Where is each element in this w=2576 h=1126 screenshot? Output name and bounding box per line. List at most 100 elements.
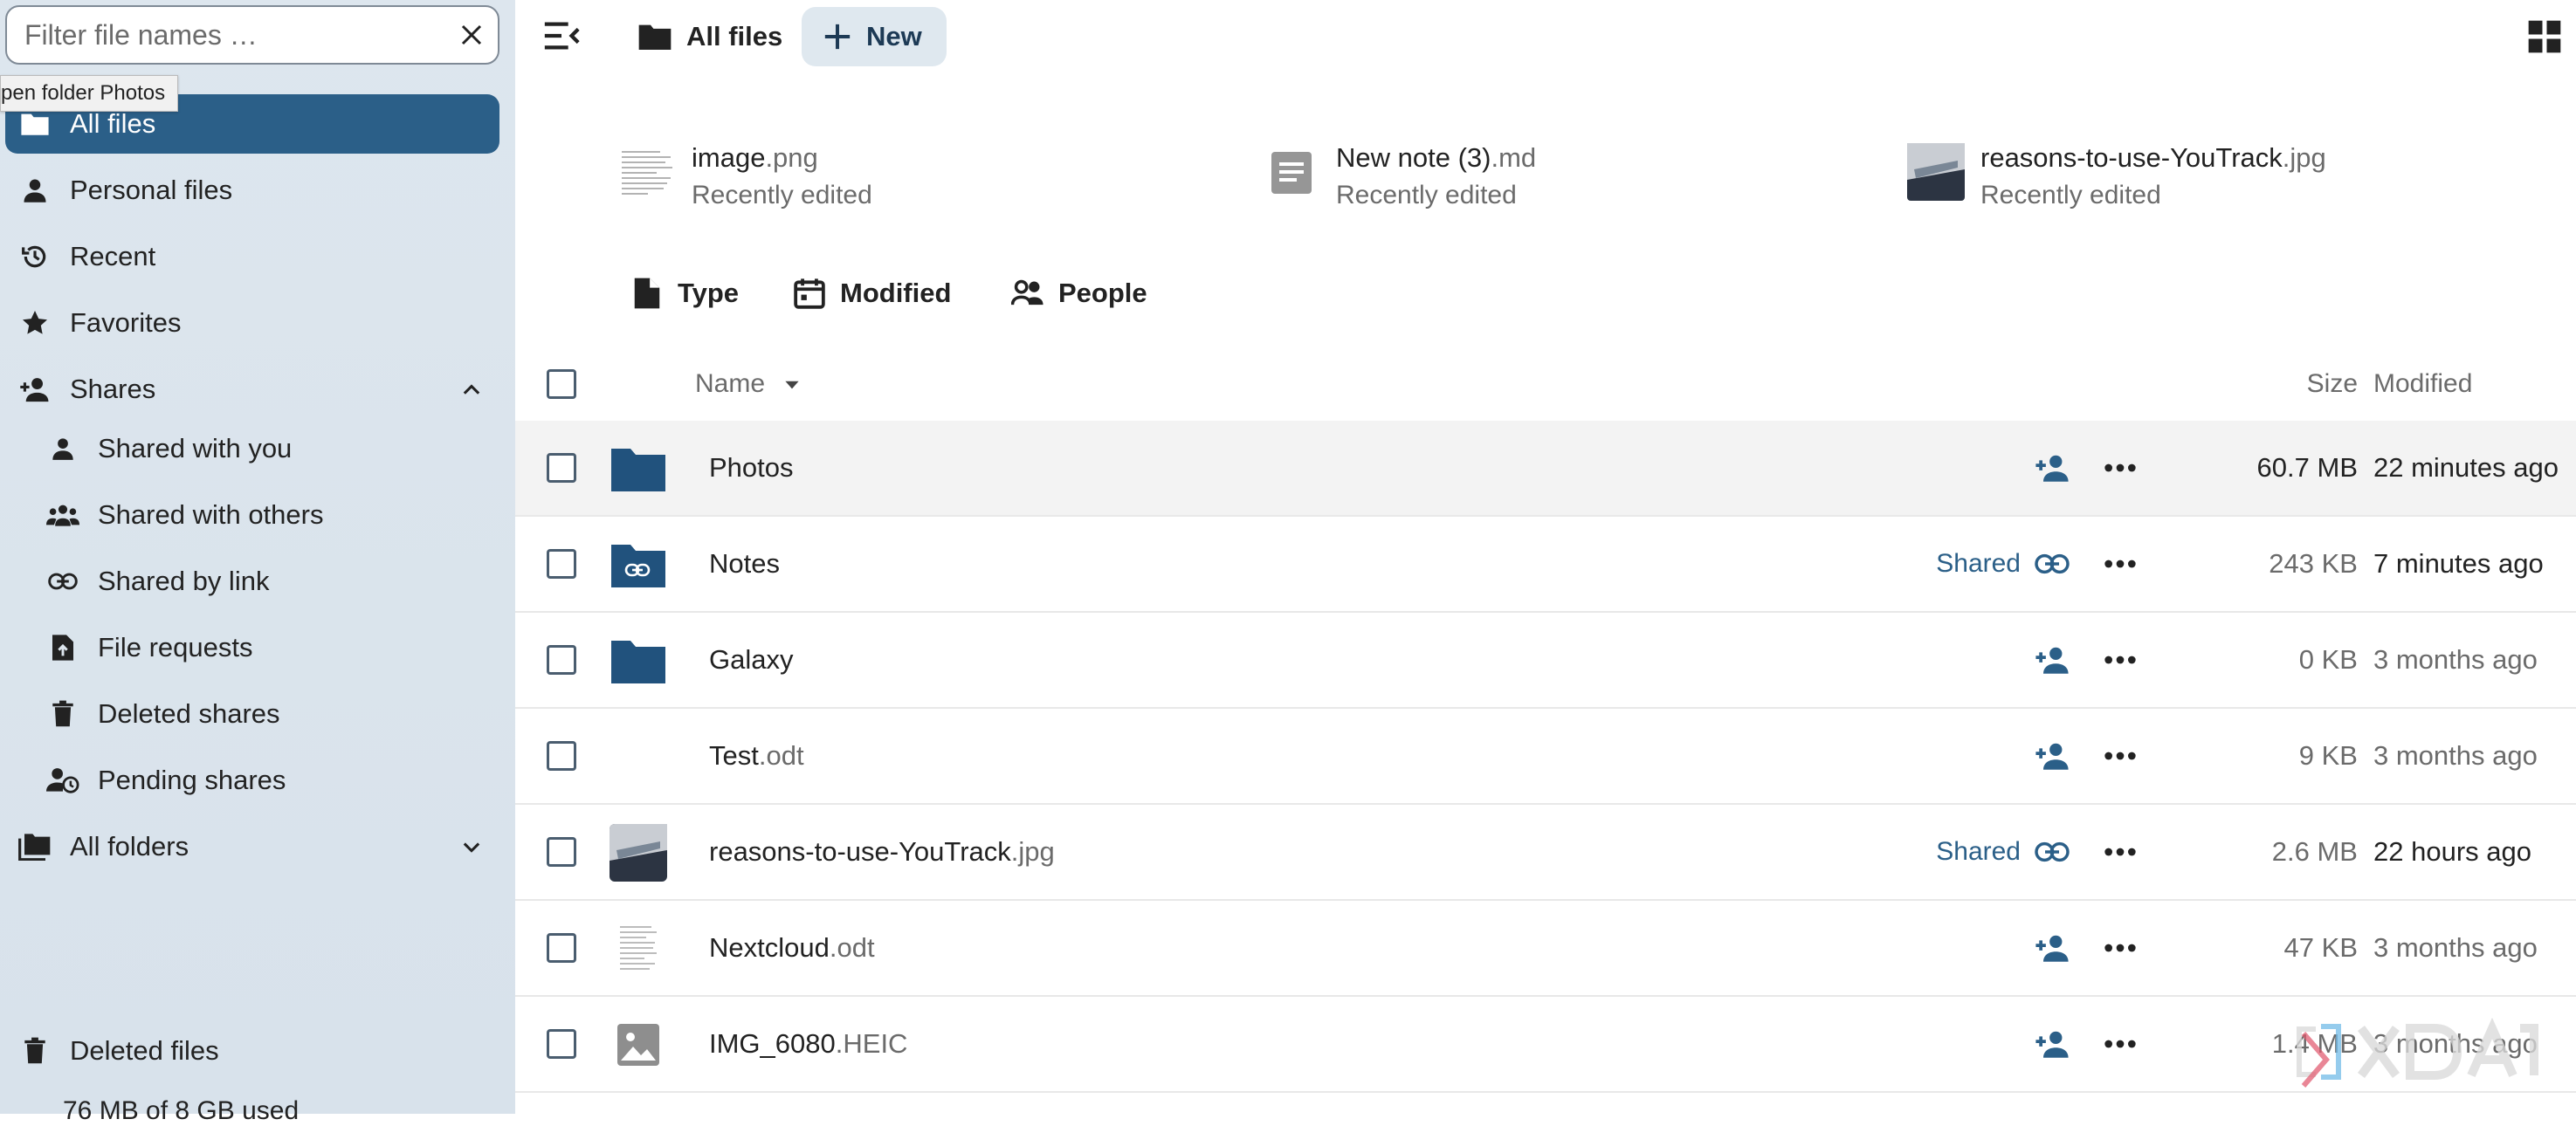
toggle-navigation-icon[interactable] — [541, 16, 582, 56]
more-actions-icon[interactable] — [2103, 450, 2138, 485]
recent-file-new-note[interactable]: New note (3).md Recently edited — [1263, 140, 1536, 218]
more-actions-icon[interactable] — [2103, 738, 2138, 773]
modified-column-label: Modified — [2373, 369, 2473, 398]
sidebar-item-shared-with-you[interactable]: Shared with you — [5, 419, 499, 478]
sidebar-item-personal-files[interactable]: Personal files — [5, 161, 499, 220]
row-checkbox[interactable] — [547, 933, 576, 963]
type-filter-button[interactable]: Type — [630, 269, 739, 318]
sidebar-item-label: All files — [70, 108, 156, 139]
people-filter-button[interactable]: People — [1011, 269, 1147, 318]
share-button[interactable] — [2035, 738, 2070, 773]
row-checkbox[interactable] — [547, 837, 576, 867]
new-button[interactable]: New — [802, 7, 947, 66]
file-modified: 3 months ago — [2373, 932, 2538, 963]
recent-file-image-png[interactable]: image.png Recently edited — [618, 140, 872, 218]
table-row-nextcloud[interactable]: Nextcloud .odt 47 KB 3 months ago — [515, 901, 2576, 997]
sidebar-item-label: Shares — [70, 374, 156, 404]
table-row-galaxy[interactable]: Galaxy 0 KB 3 months ago — [515, 613, 2576, 709]
more-actions-icon[interactable] — [2103, 834, 2138, 869]
table-row-notes[interactable]: Notes Shared 243 KB 7 minutes ago — [515, 517, 2576, 613]
sidebar-item-label: All folders — [70, 831, 189, 862]
share-button[interactable] — [2035, 450, 2070, 485]
sidebar-item-label: Shared by link — [98, 566, 270, 596]
breadcrumb-all-files[interactable]: All files — [637, 7, 782, 66]
sidebar-item-recent[interactable]: Recent — [5, 227, 499, 286]
share-person-icon — [2035, 935, 2069, 962]
file-modified: 22 minutes ago — [2373, 452, 2559, 483]
table-row-photos[interactable]: Photos 60.7 MB 22 minutes ago — [515, 421, 2576, 517]
row-checkbox[interactable] — [547, 453, 576, 483]
filter-box — [5, 5, 499, 65]
share-person-icon — [2035, 743, 2069, 770]
folder-icon — [611, 641, 665, 683]
breadcrumb-label: All files — [686, 21, 783, 51]
storage-usage: 76 MB of 8 GB used — [63, 1096, 300, 1125]
share-person-icon — [2035, 647, 2069, 674]
table-row-youtrack[interactable]: reasons-to-use-YouTrack .jpg Shared 2.6 M… — [515, 805, 2576, 901]
table-row-test[interactable]: Test .odt 9 KB 3 months ago — [515, 709, 2576, 805]
file-size: 243 KB — [2269, 548, 2358, 579]
folder-icon — [638, 24, 672, 50]
share-button[interactable]: Shared — [1936, 546, 2070, 581]
more-actions-icon[interactable] — [2103, 642, 2138, 677]
recent-file-name: reasons-to-use-YouTrack.jpg — [1980, 142, 2326, 173]
share-button[interactable] — [2035, 1026, 2070, 1061]
sidebar-item-deleted-shares[interactable]: Deleted shares — [5, 684, 499, 744]
grid-view-icon[interactable] — [2527, 19, 2562, 54]
file-upload-icon — [45, 630, 80, 665]
more-actions-icon[interactable] — [2103, 930, 2138, 965]
file-name[interactable]: Notes — [709, 517, 780, 611]
group-icon — [45, 498, 80, 532]
table-row-img-6080[interactable]: IMG_6080 .HEIC 1.4 MB 3 months ago — [515, 997, 2576, 1093]
file-name[interactable]: Galaxy — [709, 613, 793, 707]
clear-filter-button[interactable] — [445, 9, 498, 61]
filter-file-names-input[interactable] — [7, 17, 445, 52]
people-filter-label: People — [1058, 278, 1147, 308]
sidebar-item-favorites[interactable]: Favorites — [5, 293, 499, 353]
recent-file-youtrack-jpg[interactable]: reasons-to-use-YouTrack.jpg Recently edi… — [1907, 140, 2326, 218]
file-name[interactable]: Test .odt — [709, 709, 804, 803]
people-icon — [1011, 279, 1043, 306]
sidebar-item-file-requests[interactable]: File requests — [5, 618, 499, 677]
sort-by-name-button[interactable]: Name — [695, 347, 803, 421]
folder-multiple-icon — [17, 829, 52, 864]
file-size: 2.6 MB — [2271, 836, 2358, 867]
sidebar-item-shared-with-others[interactable]: Shared with others — [5, 485, 499, 545]
chevron-down-icon[interactable] — [459, 834, 484, 859]
person-icon — [45, 431, 80, 466]
sidebar-item-pending-shares[interactable]: Pending shares — [5, 751, 499, 810]
size-column-header[interactable]: Size — [2307, 347, 2358, 421]
row-checkbox[interactable] — [547, 549, 576, 579]
modified-column-header[interactable]: Modified — [2373, 347, 2472, 421]
modified-filter-button[interactable]: Modified — [793, 269, 951, 318]
share-button[interactable] — [2035, 642, 2070, 677]
sidebar-item-all-folders[interactable]: All folders — [5, 817, 499, 876]
file-name[interactable]: IMG_6080 .HEIC — [709, 997, 907, 1091]
sidebar-item-label: Deleted shares — [98, 698, 280, 729]
photo-thumbnail-icon — [1907, 143, 1965, 201]
recent-file-status: Recently edited — [692, 181, 872, 209]
type-filter-label: Type — [678, 278, 740, 308]
select-all-checkbox[interactable] — [547, 369, 576, 399]
recent-file-status: Recently edited — [1980, 181, 2161, 209]
row-checkbox[interactable] — [547, 741, 576, 771]
more-actions-icon[interactable] — [2103, 1026, 2138, 1061]
shared-label: Shared — [1936, 549, 2021, 578]
row-checkbox[interactable] — [547, 1029, 576, 1059]
sidebar-item-deleted-files[interactable]: Deleted files — [5, 1021, 499, 1081]
folder-icon — [17, 106, 52, 141]
more-actions-icon[interactable] — [2103, 546, 2138, 581]
file-name[interactable]: Nextcloud .odt — [709, 901, 875, 995]
file-name[interactable]: reasons-to-use-YouTrack .jpg — [709, 805, 1055, 899]
sidebar-item-shared-by-link[interactable]: Shared by link — [5, 552, 499, 611]
sidebar-item-label: Shared with you — [98, 433, 293, 463]
file-name[interactable]: Photos — [709, 421, 794, 515]
sidebar-item-label: Pending shares — [98, 765, 286, 795]
sidebar-item-shares[interactable]: Shares — [5, 360, 499, 419]
row-checkbox[interactable] — [547, 645, 576, 675]
share-button[interactable]: Shared — [1936, 834, 2070, 869]
chevron-up-icon[interactable] — [459, 377, 484, 402]
share-button[interactable] — [2035, 930, 2070, 965]
file-size: 60.7 MB — [2256, 452, 2358, 483]
trash-icon — [17, 1033, 52, 1068]
